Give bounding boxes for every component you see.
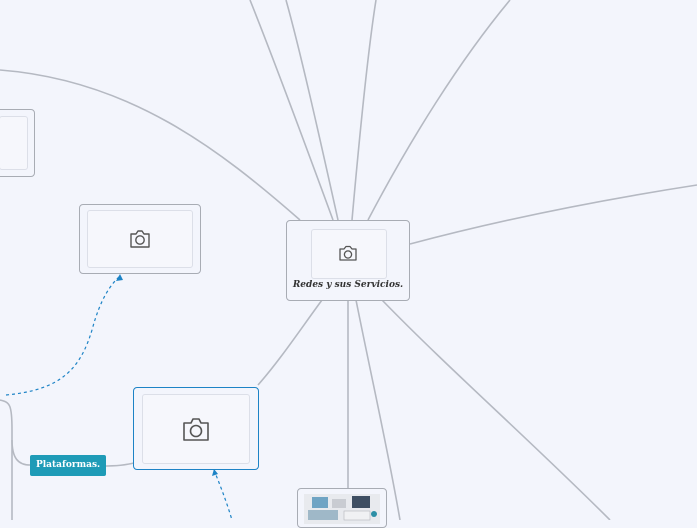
link-to-top-2 bbox=[285, 0, 339, 221]
camera-icon bbox=[130, 230, 150, 248]
camera-icon bbox=[183, 418, 209, 441]
image-node-selected[interactable] bbox=[133, 387, 259, 470]
link-to-left-big bbox=[0, 69, 301, 221]
arrowhead-lower bbox=[212, 469, 218, 476]
dashed-relation-lower bbox=[213, 469, 233, 520]
central-topic[interactable]: Redes y sus Servicios. bbox=[286, 220, 410, 301]
link-to-right bbox=[409, 184, 697, 245]
link-to-top-1 bbox=[249, 0, 334, 221]
tag-plataformas[interactable]: Plataformas. bbox=[30, 455, 107, 476]
image-node-left-partial[interactable] bbox=[0, 109, 35, 177]
arrowhead-upper bbox=[116, 274, 123, 281]
dashed-relation-upper bbox=[5, 275, 121, 396]
central-topic-label: Redes y sus Servicios. bbox=[292, 280, 404, 290]
link-to-bottom-right bbox=[381, 299, 611, 520]
image-node-mid-left[interactable] bbox=[79, 204, 201, 274]
link-to-top-right bbox=[367, 0, 511, 221]
link-to-selected bbox=[257, 299, 323, 386]
link-to-bottom-1 bbox=[355, 299, 401, 520]
link-to-top-3 bbox=[351, 0, 377, 221]
camera-icon bbox=[339, 245, 357, 261]
link-branch-left bbox=[0, 399, 13, 520]
link-branch-tag bbox=[11, 439, 31, 466]
link-tag-to-selected bbox=[101, 462, 135, 467]
image-node-bottom-photo[interactable] bbox=[297, 488, 387, 528]
